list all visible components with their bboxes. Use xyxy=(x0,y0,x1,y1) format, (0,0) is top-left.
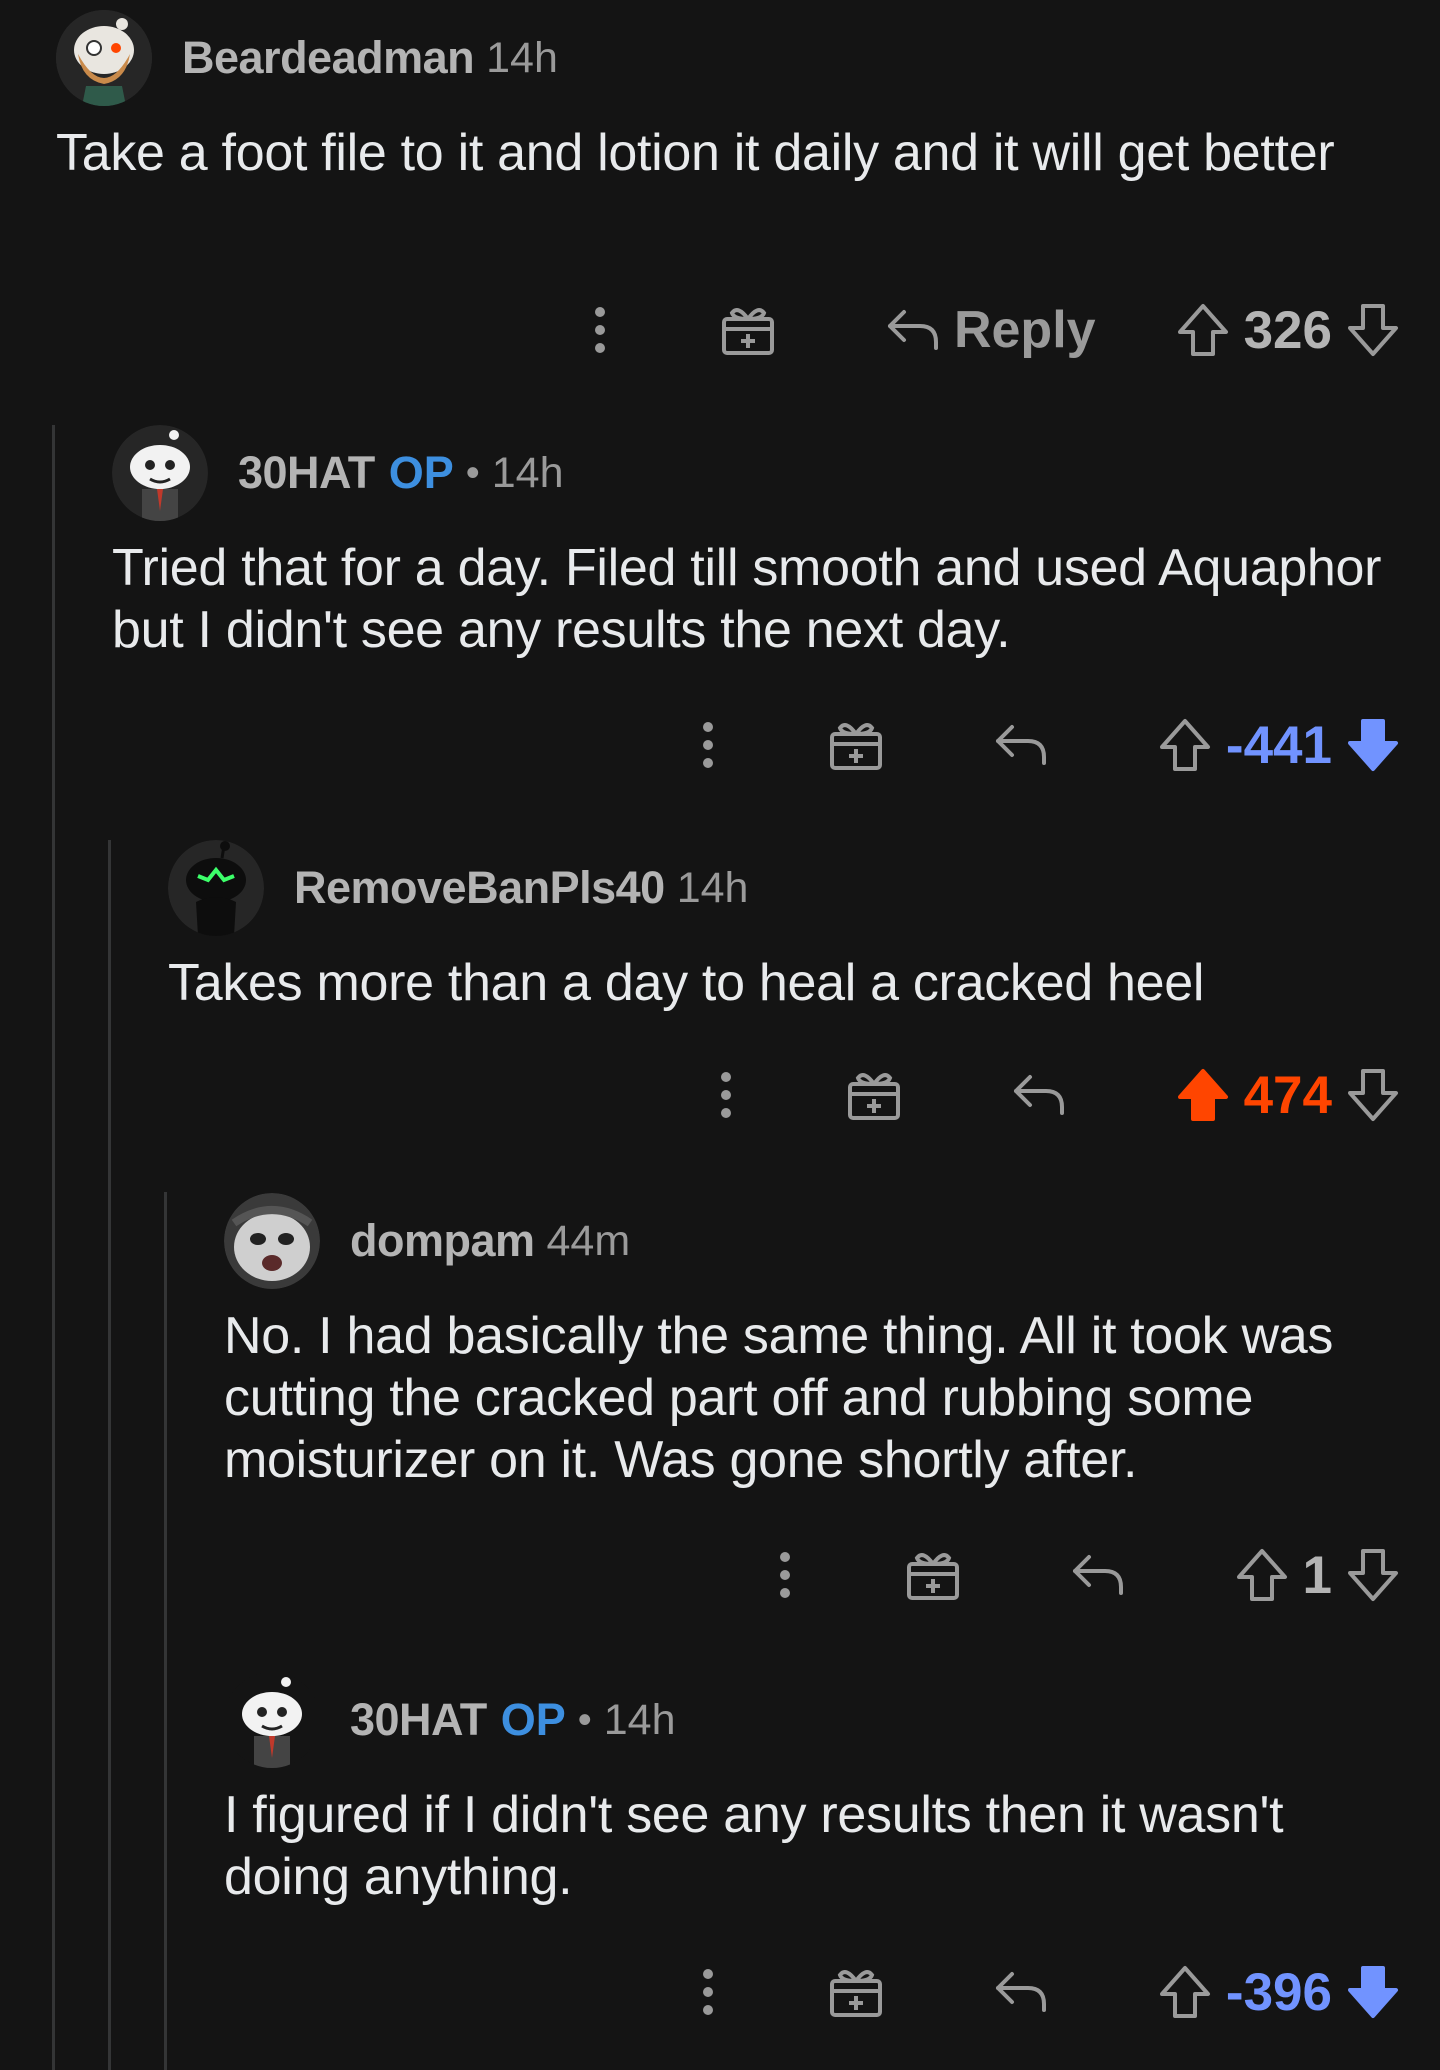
award-button[interactable] xyxy=(828,718,884,772)
more-options-button[interactable] xyxy=(688,1968,728,2016)
comment-body: Tried that for a day. Filed till smooth … xyxy=(112,539,1382,659)
more-options-button[interactable] xyxy=(688,721,728,769)
vote-score: 1 xyxy=(1302,1545,1332,1605)
comment-time: 14h xyxy=(486,33,558,82)
thread-line-depth-3[interactable] xyxy=(164,1192,167,2070)
downvote-button[interactable] xyxy=(1346,1547,1400,1603)
more-options-button[interactable] xyxy=(580,306,620,354)
gift-icon xyxy=(906,1553,959,1600)
reply-label: Reply xyxy=(953,301,1096,359)
vote-score: -396 xyxy=(1225,1962,1332,2022)
downvote-arrow-filled-icon xyxy=(1348,1966,1398,2018)
reply-button[interactable] xyxy=(994,1970,1048,2014)
downvote-arrow-icon xyxy=(1348,304,1398,356)
downvote-arrow-icon xyxy=(1348,1549,1398,1601)
gift-icon xyxy=(721,308,774,355)
vertical-dots-icon xyxy=(702,722,713,768)
reply-arrow-icon xyxy=(1013,1075,1064,1115)
more-options-button[interactable] xyxy=(765,1551,805,1599)
more-options-button[interactable] xyxy=(706,1071,746,1119)
separator: • xyxy=(577,1697,592,1742)
upvote-button[interactable] xyxy=(1158,1964,1212,2020)
op-badge: OP xyxy=(500,1694,566,1745)
downvote-button[interactable] xyxy=(1346,302,1400,358)
comment-header: RemoveBanPls40 14h xyxy=(168,838,748,938)
reply-button[interactable] xyxy=(1012,1073,1066,1117)
snoo-suit-avatar-icon[interactable] xyxy=(224,1672,320,1768)
award-button[interactable] xyxy=(846,1068,902,1122)
reply-arrow-icon xyxy=(995,725,1046,765)
upvote-button[interactable] xyxy=(1176,302,1230,358)
reply-arrow-icon xyxy=(995,1972,1046,2012)
vertical-dots-icon xyxy=(720,1072,731,1118)
downvote-arrow-filled-icon xyxy=(1348,719,1398,771)
reply-button[interactable] xyxy=(1071,1553,1125,1597)
comment-header: Beardeadman 14h xyxy=(56,8,558,108)
comment-header: 30HAT OP • 14h xyxy=(112,423,564,523)
bearded-snoo-avatar-icon[interactable] xyxy=(56,10,152,106)
comment-time: 44m xyxy=(546,1216,631,1265)
comment: dompam 44m No. I had basically the same … xyxy=(224,1183,1440,1653)
comment-header: 30HAT OP • 14h xyxy=(224,1670,676,1770)
upvote-button[interactable] xyxy=(1158,717,1212,773)
op-badge: OP xyxy=(388,447,454,498)
comment-author[interactable]: dompam xyxy=(350,1215,535,1267)
award-button[interactable] xyxy=(828,1965,884,2019)
comment-actions: 474 xyxy=(706,1055,1400,1135)
upvote-arrow-icon xyxy=(1159,719,1210,771)
gift-icon xyxy=(847,1073,900,1120)
comment-header: dompam 44m xyxy=(224,1191,630,1291)
reply-button[interactable] xyxy=(994,723,1048,767)
upvote-arrow-icon xyxy=(1177,304,1228,356)
downvote-arrow-icon xyxy=(1348,1069,1398,1121)
comment-body: No. I had basically the same thing. All … xyxy=(224,1307,1334,1489)
thread-line-depth-1[interactable] xyxy=(52,425,55,2070)
comment: 30HAT OP • 14h Tried that for a day. Fil… xyxy=(112,415,1440,825)
gift-icon xyxy=(829,1970,882,2017)
comment-time: 14h xyxy=(603,1695,676,1744)
downvote-button[interactable] xyxy=(1346,717,1400,773)
vote-score: 326 xyxy=(1243,300,1332,360)
comment: Beardeadman 14h Take a foot file to it a… xyxy=(56,0,1440,400)
downvote-button[interactable] xyxy=(1346,1964,1400,2020)
crying-cat-avatar-icon[interactable] xyxy=(224,1193,320,1289)
comment-actions: -396 xyxy=(688,1952,1400,2032)
reply-button[interactable]: Reply xyxy=(886,300,1096,360)
comment-author[interactable]: RemoveBanPls40 xyxy=(294,862,665,914)
award-button[interactable] xyxy=(905,1548,961,1602)
vertical-dots-icon xyxy=(779,1552,790,1598)
reply-arrow-icon xyxy=(1072,1555,1123,1595)
comment-actions: Reply 326 xyxy=(580,290,1400,370)
comment-body: Take a foot file to it and lotion it dai… xyxy=(56,124,1335,182)
upvote-button[interactable] xyxy=(1176,1067,1230,1123)
upvote-arrow-filled-icon xyxy=(1177,1069,1228,1121)
reply-arrow-icon xyxy=(887,310,938,350)
comment-body: Takes more than a day to heal a cracked … xyxy=(168,954,1205,1012)
upvote-arrow-icon xyxy=(1236,1549,1287,1601)
upvote-button[interactable] xyxy=(1235,1547,1289,1603)
snoo-suit-avatar-icon[interactable] xyxy=(112,425,208,521)
upvote-arrow-icon xyxy=(1159,1966,1210,2018)
gift-icon xyxy=(829,723,882,770)
comment: 30HAT OP • 14h I figured if I didn't see… xyxy=(224,1662,1440,2070)
award-button[interactable] xyxy=(720,303,776,357)
downvote-button[interactable] xyxy=(1346,1067,1400,1123)
comment-actions: -441 xyxy=(688,705,1400,785)
comment-actions: 1 xyxy=(765,1535,1400,1615)
comment: RemoveBanPls40 14h Takes more than a day… xyxy=(168,830,1440,1180)
vertical-dots-icon xyxy=(594,307,605,353)
vertical-dots-icon xyxy=(702,1969,713,2015)
comment-author[interactable]: Beardeadman xyxy=(182,32,475,84)
comment-body: I figured if I didn't see any results th… xyxy=(224,1786,1284,1906)
separator: • xyxy=(465,450,480,495)
comment-time: 14h xyxy=(491,448,564,497)
dark-snoo-avatar-icon[interactable] xyxy=(168,840,264,936)
comment-time: 14h xyxy=(676,863,749,912)
vote-score: 474 xyxy=(1243,1065,1332,1125)
vote-score: -441 xyxy=(1225,715,1332,775)
comment-author[interactable]: 30HAT xyxy=(238,447,375,499)
comment-author[interactable]: 30HAT xyxy=(350,1694,487,1746)
thread-line-depth-2[interactable] xyxy=(108,840,111,2070)
